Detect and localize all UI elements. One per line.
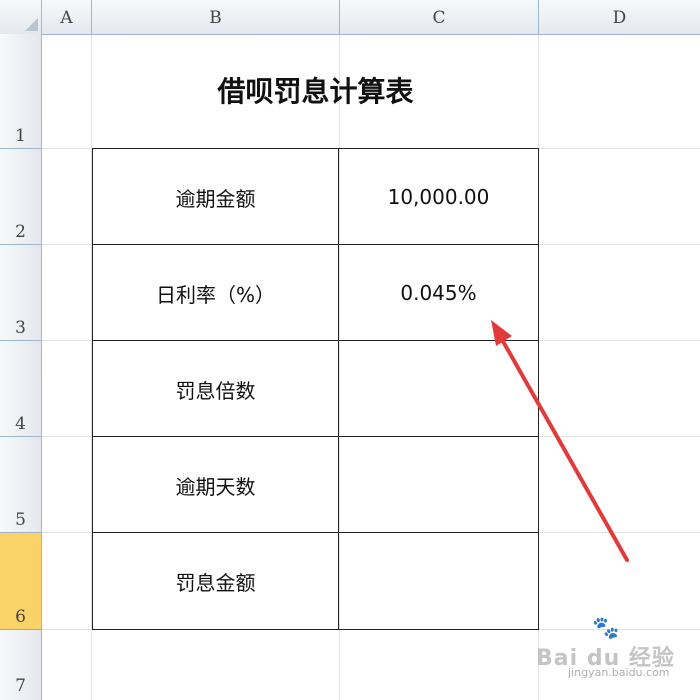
paw-icon: 🐾 bbox=[592, 616, 620, 641]
watermark-url: jingyan.baidu.com bbox=[568, 666, 670, 679]
annotation-arrow-icon bbox=[491, 320, 629, 562]
arrow-shaft bbox=[498, 334, 629, 562]
baidu-watermark: 🐾 Bai du 经验 jingyan.baidu.com bbox=[536, 616, 696, 680]
arrow-head bbox=[491, 320, 512, 346]
spreadsheet: A B C D 1 2 3 4 5 6 7 借呗罚息计算表 逾期金额 10,00… bbox=[0, 0, 700, 700]
